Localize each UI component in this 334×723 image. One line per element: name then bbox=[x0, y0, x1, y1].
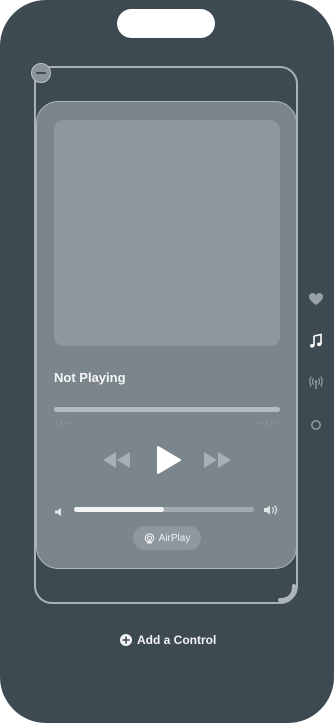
album-artwork-placeholder bbox=[54, 120, 280, 346]
circle-icon bbox=[311, 420, 321, 430]
page-connectivity-button[interactable] bbox=[307, 375, 325, 391]
playback-scrubber[interactable] bbox=[54, 407, 280, 412]
heart-icon bbox=[309, 293, 323, 305]
dynamic-island bbox=[117, 9, 215, 38]
elapsed-time: -:-- bbox=[54, 418, 74, 427]
rewind-icon bbox=[103, 452, 130, 468]
volume-level-fill bbox=[74, 507, 164, 512]
now-playing-module[interactable]: Not Playing -:-- --:-- AirPlay bbox=[36, 101, 297, 569]
remove-control-button[interactable] bbox=[31, 63, 51, 83]
control-center-edit-screen: Not Playing -:-- --:-- AirPlay Add a Con… bbox=[0, 0, 334, 723]
page-favorites-button[interactable] bbox=[307, 291, 325, 307]
antenna-icon bbox=[309, 376, 323, 389]
page-home-button[interactable] bbox=[307, 417, 325, 433]
airplay-label: AirPlay bbox=[158, 532, 191, 544]
add-control-label: Add a Control bbox=[137, 633, 217, 647]
volume-low-icon bbox=[54, 504, 64, 516]
remaining-time: --:-- bbox=[254, 418, 279, 427]
volume-high-icon bbox=[263, 503, 281, 515]
volume-slider[interactable] bbox=[74, 507, 254, 512]
airplay-icon bbox=[144, 532, 154, 544]
resize-handle[interactable] bbox=[276, 582, 300, 606]
music-note-icon bbox=[310, 333, 322, 348]
add-control-button[interactable]: Add a Control bbox=[120, 632, 216, 648]
fast-forward-icon bbox=[204, 452, 231, 468]
play-button[interactable] bbox=[153, 444, 183, 476]
airplay-button[interactable]: AirPlay bbox=[133, 526, 201, 550]
rewind-button[interactable] bbox=[101, 450, 133, 470]
resize-handle-icon bbox=[278, 584, 296, 602]
play-icon bbox=[157, 446, 181, 474]
page-music-button[interactable] bbox=[307, 333, 325, 349]
plus-circle-icon bbox=[120, 634, 132, 646]
fast-forward-button[interactable] bbox=[201, 450, 233, 470]
track-title: Not Playing bbox=[54, 370, 126, 385]
